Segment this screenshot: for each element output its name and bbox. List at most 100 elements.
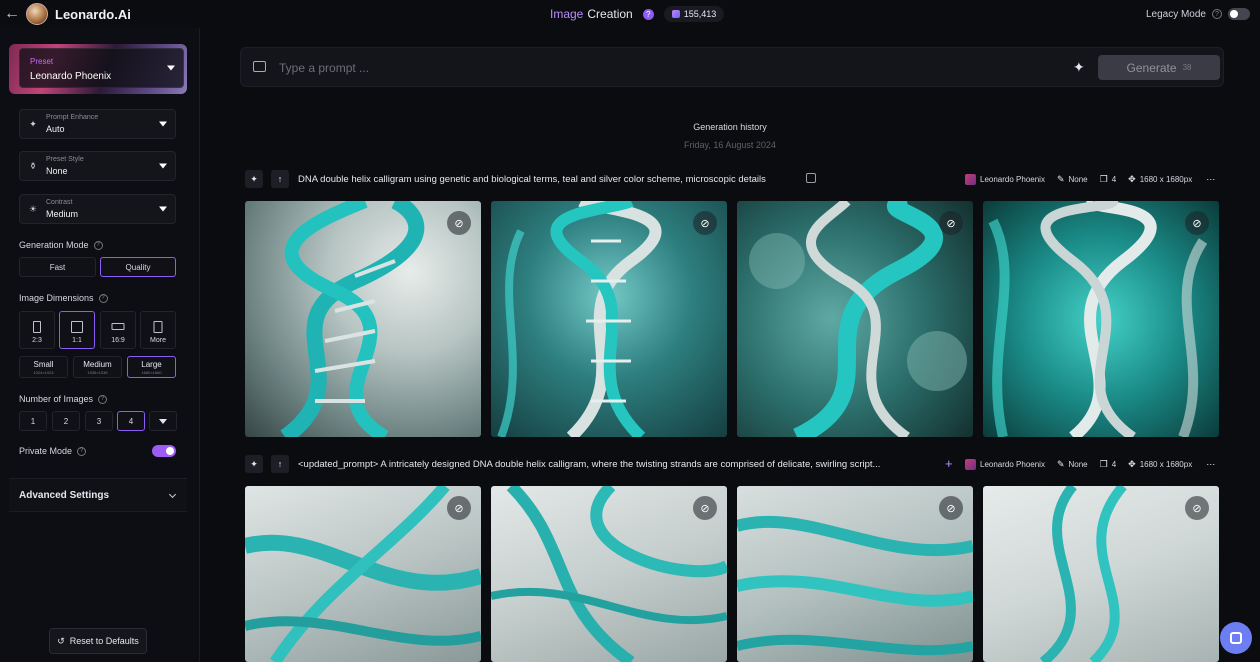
generated-image-3[interactable]: ⊘	[737, 201, 973, 437]
magic-sparkle-icon[interactable]: ✦	[1073, 59, 1085, 76]
generated-image-1[interactable]: ⊘	[245, 201, 481, 437]
images-2-button[interactable]: 2	[52, 411, 80, 431]
legacy-mode-label: Legacy Mode	[1145, 8, 1206, 20]
images-3-button[interactable]: 3	[85, 411, 113, 431]
private-mode-toggle[interactable]	[152, 445, 176, 457]
helix-art	[280, 201, 425, 437]
size-resolution: 1536×1536	[87, 370, 108, 375]
help-icon[interactable]: ?	[98, 394, 108, 404]
preset-selector[interactable]: Preset Leonardo Phoenix	[9, 44, 187, 94]
ratio-2-3-button[interactable]: 2:3	[19, 311, 55, 349]
ratio-more-button[interactable]: More	[140, 311, 176, 349]
images-more-dropdown[interactable]	[149, 411, 177, 431]
help-icon[interactable]: ?	[642, 8, 654, 20]
image-upload-icon[interactable]	[253, 61, 266, 72]
style-name: None	[1068, 175, 1088, 184]
helix-art	[491, 486, 727, 662]
more-options-icon[interactable]: ⋯	[1206, 459, 1215, 470]
prompt-magic-icon[interactable]: ✦	[245, 170, 263, 188]
generated-image-8[interactable]: ⊘	[983, 486, 1219, 662]
contrast-value: Medium	[46, 209, 79, 219]
more-options-icon[interactable]: ⋯	[1206, 174, 1215, 185]
landscape-shape-icon	[111, 323, 125, 330]
back-arrow-icon[interactable]: ←	[0, 0, 24, 28]
copy-icon[interactable]	[806, 173, 816, 183]
mode-fast-button[interactable]: Fast	[19, 257, 96, 277]
generated-image-7[interactable]: ⊘	[737, 486, 973, 662]
portrait-shape-icon	[33, 321, 41, 333]
help-icon[interactable]: ?	[77, 446, 87, 456]
advanced-settings-toggle[interactable]: Advanced Settings	[9, 478, 187, 512]
flask-icon: ⚱	[29, 161, 37, 171]
generated-image-4[interactable]: ⊘	[983, 201, 1219, 437]
prompt-magic-icon[interactable]: ✦	[245, 455, 263, 473]
helix-art	[749, 201, 967, 437]
size-name: Small	[33, 360, 54, 369]
hide-eye-icon[interactable]: ⊘	[939, 496, 963, 520]
hide-eye-icon[interactable]: ⊘	[693, 211, 717, 235]
token-balance[interactable]: 155,413	[663, 6, 725, 22]
legacy-help-icon[interactable]: ?	[1212, 9, 1222, 19]
prompt-enhance-value: Auto	[46, 124, 65, 134]
hide-eye-icon[interactable]: ⊘	[693, 496, 717, 520]
size-resolution: 1680×1680	[141, 370, 162, 375]
number-of-images-label: Number of Images	[19, 394, 94, 404]
generated-image-6[interactable]: ⊘	[491, 486, 727, 662]
generate-button[interactable]: Generate 38	[1098, 55, 1220, 80]
chevron-down-icon	[159, 418, 167, 424]
size-resolution: 1024×1024	[33, 370, 54, 375]
hide-eye-icon[interactable]: ⊘	[1185, 211, 1209, 235]
sparkle-icon: ✦	[29, 119, 37, 129]
reset-label: Reset to Defaults	[69, 636, 139, 646]
hide-eye-icon[interactable]: ⊘	[447, 496, 471, 520]
prompt-enhance-select[interactable]: ✦ Prompt Enhance Auto	[19, 109, 176, 139]
preset-label: Preset	[30, 57, 54, 66]
chevron-down-icon	[168, 490, 177, 499]
legacy-mode-toggle[interactable]	[1228, 8, 1250, 20]
image-dimensions-heading: Image Dimensions ?	[19, 293, 108, 303]
upload-arrow-icon[interactable]: ↑	[271, 170, 289, 188]
add-icon[interactable]: +	[945, 456, 953, 471]
help-icon[interactable]: ?	[98, 293, 108, 303]
sun-icon: ☀	[28, 204, 38, 214]
legacy-mode: Legacy Mode ?	[1146, 0, 1250, 28]
preset-style-value: None	[46, 166, 68, 176]
mode-quality-button[interactable]: Quality	[100, 257, 176, 277]
generation-history-title: Generation history	[693, 122, 767, 132]
generation-header-1: ✦ ↑ DNA double helix calligram using gen…	[245, 170, 1220, 190]
images-1-button[interactable]: 1	[19, 411, 47, 431]
images-4-button[interactable]: 4	[117, 411, 145, 431]
upload-arrow-icon[interactable]: ↑	[271, 455, 289, 473]
helix-art	[737, 516, 973, 656]
contrast-select[interactable]: ☀ Contrast Medium	[19, 194, 176, 224]
generated-image-5[interactable]: ⊘	[245, 486, 481, 662]
page-title-accent: Image	[550, 7, 584, 21]
size-medium-button[interactable]: Medium 1536×1536	[73, 356, 122, 378]
hide-eye-icon[interactable]: ⊘	[1185, 496, 1209, 520]
generated-image-2[interactable]: ⊘	[491, 201, 727, 437]
ratio-16-9-button[interactable]: 16:9	[100, 311, 136, 349]
generation-meta: Leonardo Phoenix ✎ None ❐ 4 ✥ 1680 x 168…	[965, 174, 1215, 185]
preset-caret-icon	[167, 65, 175, 71]
reset-defaults-button[interactable]: ↺ Reset to Defaults	[49, 628, 147, 654]
size-small-button[interactable]: Small 1024×1024	[19, 356, 68, 378]
chevron-down-icon	[159, 206, 167, 212]
support-chat-button[interactable]	[1220, 622, 1252, 654]
generation-prompt: DNA double helix calligram using genetic…	[298, 174, 766, 185]
hide-eye-icon[interactable]: ⊘	[939, 211, 963, 235]
generation-prompt: <updated_prompt> A intricately designed …	[298, 459, 881, 470]
ratio-1-1-button[interactable]: 1:1	[59, 311, 95, 349]
prompt-input[interactable]: Type a prompt ...	[279, 61, 369, 75]
generation-mode-heading: Generation Mode ?	[19, 240, 103, 250]
helix-art	[988, 201, 1208, 437]
prompt-bar: Type a prompt ... ✦ Generate 38	[240, 47, 1224, 87]
model-name: Leonardo Phoenix	[980, 460, 1045, 469]
help-icon[interactable]: ?	[93, 240, 103, 250]
brand-avatar	[26, 3, 48, 25]
token-count: 155,413	[683, 9, 717, 19]
helix-art	[1039, 486, 1127, 662]
size-large-button[interactable]: Large 1680×1680	[127, 356, 176, 378]
brush-icon: ✎	[1056, 174, 1065, 184]
hide-eye-icon[interactable]: ⊘	[447, 211, 471, 235]
preset-style-select[interactable]: ⚱ Preset Style None	[19, 151, 176, 181]
